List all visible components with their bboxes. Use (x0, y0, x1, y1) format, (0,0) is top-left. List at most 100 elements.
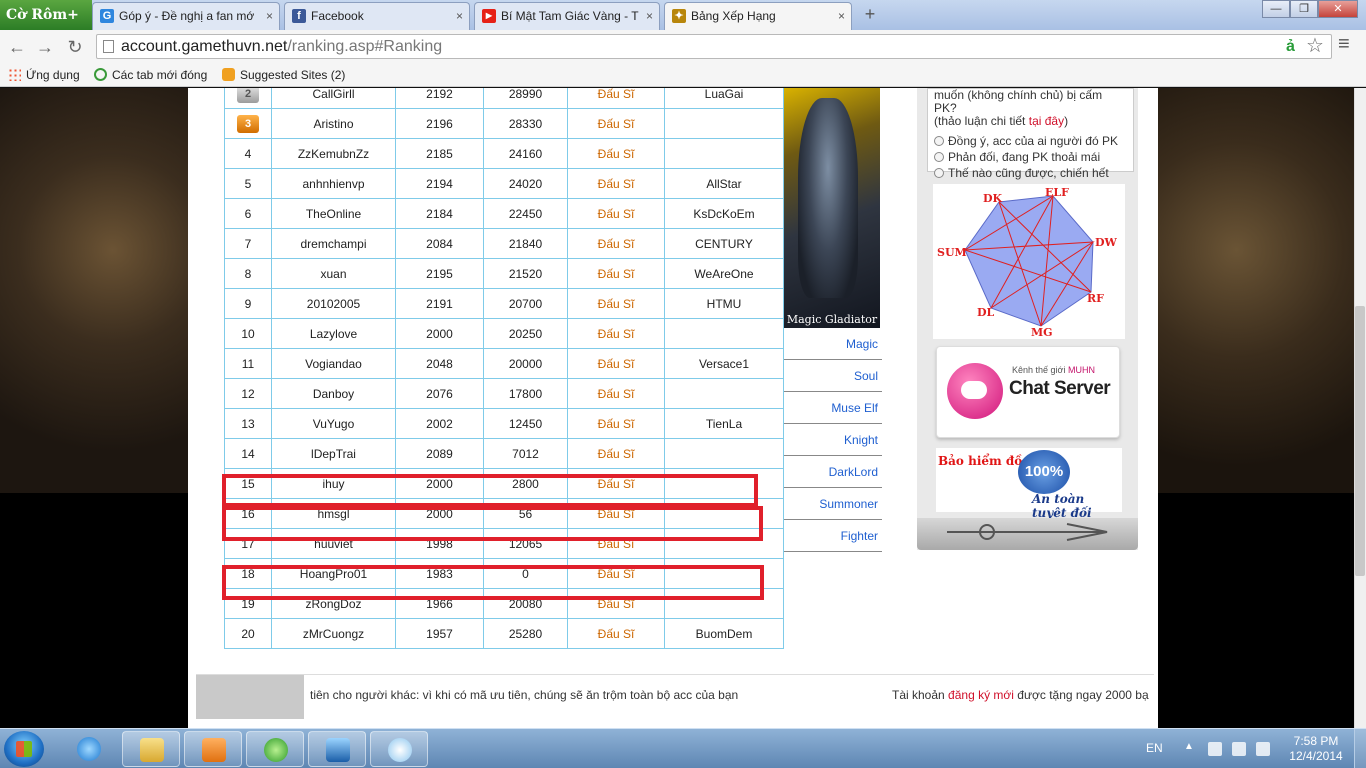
class-link-magic[interactable]: Magic (784, 328, 882, 360)
player-name-cell: zMrCuongz (271, 618, 396, 649)
diagram-label-dw: DW (1095, 236, 1118, 249)
volume-icon[interactable] (1256, 742, 1270, 756)
poll-discussion-link[interactable]: tại đây (1029, 114, 1064, 128)
tab-bang-xep-hang[interactable]: ✦ Bảng Xếp Hạng × (664, 2, 852, 30)
class-link-muse-elf[interactable]: Muse Elf (784, 392, 882, 424)
class-link-knight[interactable]: Knight (784, 424, 882, 456)
internet-explorer-icon (77, 737, 101, 761)
minimize-button[interactable]: — (1262, 0, 1290, 18)
network-icon[interactable] (1232, 742, 1246, 756)
address-bar[interactable]: account.gamethuvn.net/ranking.asp#Rankin… (96, 34, 1332, 59)
close-tab-icon[interactable]: × (456, 3, 463, 29)
class-link-soul[interactable]: Soul (784, 360, 882, 392)
poll-option-label: Phản đối, đang PK thoải mái (948, 150, 1101, 164)
bronze-crown-icon: 3 (237, 114, 259, 133)
insurance-subtitle: An toàn tuyệt đối (1032, 492, 1092, 520)
tab-facebook[interactable]: f Facebook × (284, 2, 470, 30)
close-tab-icon[interactable]: × (838, 3, 845, 29)
taskbar-ie[interactable] (60, 731, 118, 767)
action-center-flag-icon[interactable] (1208, 742, 1222, 756)
rank-cell: 3 (224, 108, 272, 139)
table-row: 2 CallGirll 2192 28990 Đấu Sĩ LuaGai (224, 88, 784, 109)
translate-icon[interactable]: ả (1286, 34, 1295, 59)
register-prefix: Tài khoản (892, 688, 949, 702)
tab-youtube-video[interactable]: ▶ Bí Mật Tam Giác Vàng - T × (474, 2, 660, 30)
game-launcher-icon (326, 738, 350, 762)
rank-cell: 8 (224, 258, 272, 289)
taskbar-game-launcher[interactable] (308, 731, 366, 767)
taskbar-chat[interactable] (370, 731, 428, 767)
show-hidden-icons-button[interactable]: ▲ (1184, 741, 1194, 752)
register-suffix: được tặng ngay 2000 bạ (1013, 688, 1149, 702)
points-cell: 20700 (483, 288, 568, 319)
points-cell: 7012 (483, 438, 568, 469)
scrollbar-thumb[interactable] (1355, 306, 1365, 576)
insurance-title: Bảo hiểm đồ (938, 454, 1023, 468)
rank-cell: 7 (224, 228, 272, 259)
silver-medal-icon: 2 (237, 88, 259, 103)
player-name-cell: TheOnline (271, 198, 396, 229)
page-icon (103, 40, 114, 53)
poll-option-agree[interactable]: Đồng ý, acc của ai người đó PK (934, 134, 1127, 149)
rank-cell: 12 (224, 378, 272, 409)
register-link[interactable]: đăng ký mới (948, 688, 1014, 702)
rank-cell: 9 (224, 288, 272, 319)
coccoc-browser-icon (264, 738, 288, 762)
poll-option-disagree[interactable]: Phản đối, đang PK thoải mái (934, 150, 1127, 165)
chrome-menu-icon[interactable]: ≡ (1338, 32, 1350, 57)
page-viewport: 2 CallGirll 2192 28990 Đấu Sĩ LuaGai 3 Aristino… (0, 88, 1354, 728)
close-tab-icon[interactable]: × (646, 3, 653, 29)
table-row: 11 Vogiandao 2048 20000 Đấu Sĩ Versace1 (224, 348, 784, 379)
taskbar-explorer[interactable] (122, 731, 180, 767)
taskbar-coccoc[interactable] (246, 731, 304, 767)
player-name-cell: dremchampi (271, 228, 396, 259)
back-button[interactable]: ← (6, 36, 28, 58)
clock[interactable]: 7:58 PM 12/4/2014 (1288, 734, 1344, 764)
guild-cell (664, 138, 784, 169)
poll-option-any[interactable]: Thế nào cũng được, chiến hết (934, 166, 1127, 181)
guild-cell: HTMU (664, 288, 784, 319)
radio-button[interactable] (934, 152, 944, 162)
bookmark-apps[interactable]: Ứng dụng (8, 63, 80, 87)
game-site-icon: ✦ (672, 9, 686, 23)
player-name-cell: Vogiandao (271, 348, 396, 379)
restore-button[interactable]: ❐ (1290, 0, 1318, 18)
class-link-darklord[interactable]: DarkLord (784, 456, 882, 488)
player-name-cell: Lazylove (271, 318, 396, 349)
insurance-banner[interactable]: Bảo hiểm đồ 100% An toàn tuyệt đối (936, 448, 1122, 520)
level-cell: 2084 (395, 228, 484, 259)
forward-button[interactable]: → (34, 36, 56, 58)
guild-cell: LuaGai (664, 88, 784, 109)
ticker-warning-text: tiên cho người khác: vì khi có mã ưu tiê… (310, 688, 739, 702)
close-window-button[interactable]: ✕ (1318, 0, 1358, 18)
class-link-fighter[interactable]: Fighter (784, 520, 882, 552)
news-ticker: tiên cho người khác: vì khi có mã ưu tiê… (196, 674, 1154, 719)
radio-button[interactable] (934, 136, 944, 146)
radio-button[interactable] (934, 168, 944, 178)
suggested-sites-icon (222, 68, 235, 81)
player-name-cell: VuYugo (271, 408, 396, 439)
browser-brand-logo[interactable]: Cờ Rôm+ (0, 0, 92, 30)
tab-gop-y[interactable]: G Góp ý - Đề nghị a fan mớ × (92, 2, 280, 30)
taskbar-media-player[interactable] (184, 731, 242, 767)
show-desktop-button[interactable] (1354, 729, 1366, 768)
bookmark-star-icon[interactable]: ☆ (1306, 34, 1324, 59)
sword-ornament-icon (947, 523, 1108, 541)
url-host: account.gamethuvn.net (121, 38, 288, 55)
start-button[interactable] (4, 731, 44, 767)
pk-poll: muốn (không chính chủ) bị cấm PK? (thảo … (927, 88, 1134, 180)
highlight-box-rank-16 (222, 506, 763, 541)
system-tray: EN ▲ 7:58 PM 12/4/2014 (1136, 729, 1366, 768)
bookmark-suggested-sites[interactable]: Suggested Sites (2) (222, 63, 345, 87)
new-tab-button[interactable]: + (860, 5, 880, 23)
diagram-label-dk: DK (983, 192, 1003, 205)
reload-button[interactable]: ↻ (64, 36, 86, 58)
class-link-summoner[interactable]: Summoner (784, 488, 882, 520)
rank-cell: 5 (224, 168, 272, 199)
language-indicator[interactable]: EN (1146, 741, 1163, 755)
points-cell: 24020 (483, 168, 568, 199)
close-tab-icon[interactable]: × (266, 3, 273, 29)
bookmark-recent-tabs[interactable]: Các tab mới đóng (94, 63, 207, 87)
chat-server-banner[interactable]: Kênh thế giới MUHN Chat Server (936, 346, 1120, 438)
table-row: 14 lDepTrai 2089 7012 Đấu Sĩ (224, 438, 784, 469)
